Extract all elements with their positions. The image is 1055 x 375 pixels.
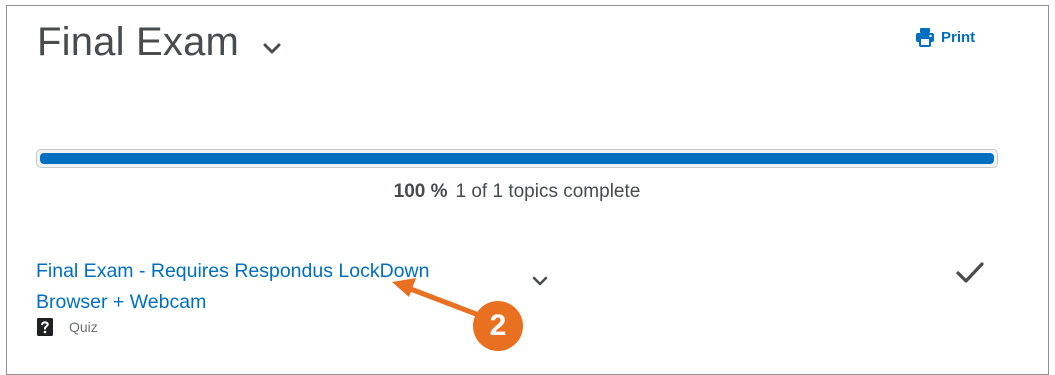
- topic-type: Quiz: [37, 318, 98, 336]
- progress-fill: [40, 153, 994, 164]
- progress-summary: 100 % 1 of 1 topics complete: [36, 181, 998, 203]
- quiz-icon: [37, 318, 53, 336]
- topic-type-label: Quiz: [69, 319, 98, 335]
- checkmark-icon: [956, 262, 984, 283]
- title-area: Final Exam: [37, 18, 283, 66]
- progress-count: 1 of 1 topics complete: [455, 181, 641, 202]
- progress-percent: 100 %: [393, 181, 448, 202]
- progress-bar: [36, 149, 998, 168]
- page-title: Final Exam: [37, 20, 240, 64]
- callout-badge: 2: [473, 301, 523, 351]
- print-label: Print: [941, 28, 976, 46]
- content-panel: Final Exam Print 100 % 1 of 1 topics comp…: [6, 5, 1049, 375]
- chevron-down-icon[interactable]: [261, 40, 283, 56]
- chevron-down-icon[interactable]: [530, 274, 550, 288]
- printer-icon: [916, 28, 934, 47]
- print-button[interactable]: Print: [915, 27, 975, 47]
